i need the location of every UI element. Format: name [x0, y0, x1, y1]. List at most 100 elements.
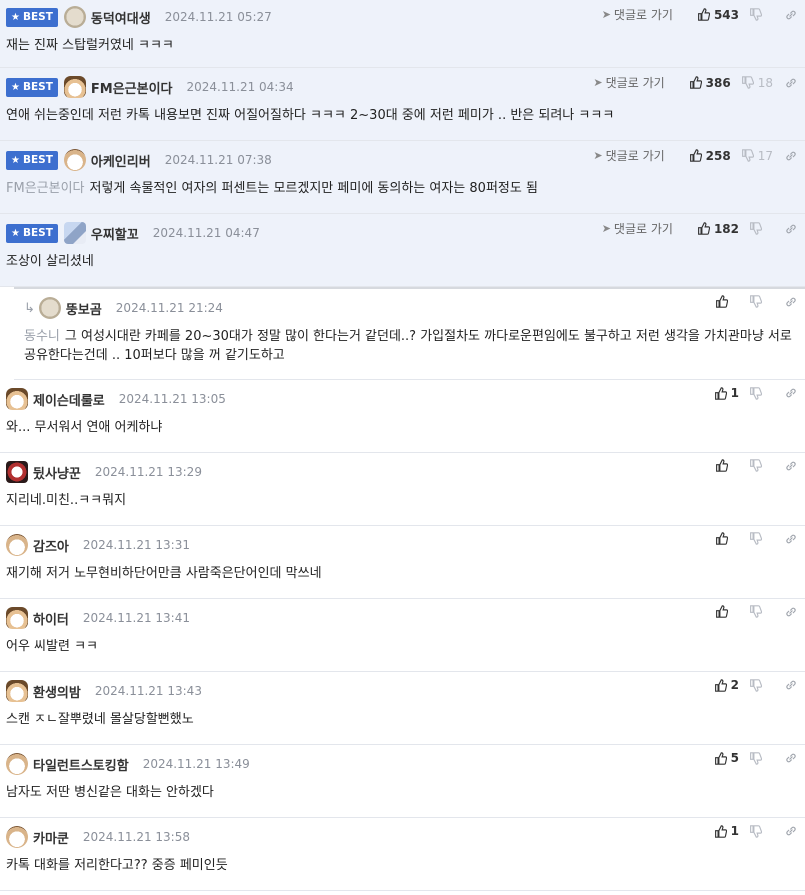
nickname[interactable]: 카마쿤: [33, 828, 69, 847]
go-to-reply-link[interactable]: ➤ 댓글로 가기: [602, 6, 673, 23]
link-icon[interactable]: [785, 460, 797, 472]
upvote-button[interactable]: [715, 459, 739, 472]
downvote-button[interactable]: [749, 532, 773, 545]
link-icon[interactable]: [785, 9, 797, 21]
nickname[interactable]: 환생의밤: [33, 682, 81, 701]
nickname[interactable]: 타일런트스토킹함: [33, 755, 129, 774]
downvote-button[interactable]: [749, 678, 773, 692]
comment-body: 재는 진짜 스탑럴커였네 ㅋㅋㅋ: [6, 36, 797, 55]
thumbs-down-icon: [750, 532, 762, 545]
avatar[interactable]: [6, 826, 28, 848]
comment-date: 2024.11.21 13:31: [82, 538, 190, 552]
avatar[interactable]: [6, 534, 28, 556]
upvote-button[interactable]: [715, 532, 739, 545]
comment-list: ★ BEST 동덕여대생 2024.11.21 05:27 ➤ 댓글로 가기 54…: [0, 0, 805, 891]
avatar[interactable]: [38, 297, 61, 319]
avatar[interactable]: [6, 388, 28, 410]
comment-item: ★ BEST FM은근본이다 2024.11.21 04:34 ➤ 댓글로 가기 …: [0, 68, 805, 141]
nickname[interactable]: 아케인리버: [91, 151, 151, 170]
link-icon[interactable]: [785, 223, 797, 235]
nickname[interactable]: 제이슨데룰로: [33, 390, 105, 409]
thumbs-up-icon: [716, 295, 728, 308]
link-icon[interactable]: [785, 825, 797, 837]
navigate-arrow-icon: ➤: [601, 8, 611, 21]
nickname[interactable]: 뚱보곰: [66, 299, 102, 318]
link-icon[interactable]: [785, 533, 797, 545]
comment-actions: ➤ 댓글로 가기 182: [602, 220, 797, 237]
downvote-button[interactable]: [749, 8, 773, 21]
nickname[interactable]: 뒸사냥꾼: [33, 463, 81, 482]
upvote-button[interactable]: 258: [689, 149, 731, 163]
avatar[interactable]: [63, 222, 86, 244]
downvote-button[interactable]: [749, 751, 773, 765]
upvote-button[interactable]: 182: [697, 222, 739, 236]
go-to-reply-link[interactable]: ➤ 댓글로 가기: [593, 147, 664, 164]
avatar[interactable]: [6, 753, 28, 775]
comment-actions: ➤ 댓글로 가기 543: [602, 6, 797, 23]
go-to-reply-link[interactable]: ➤ 댓글로 가기: [593, 74, 664, 91]
comment-body: 카톡 대화를 저리한다고?? 중증 페미인듯: [6, 856, 797, 875]
comment-body: 조상이 살리셨네: [6, 252, 797, 271]
upvote-button[interactable]: 2: [714, 678, 739, 692]
upvote-button[interactable]: [715, 295, 739, 308]
link-icon[interactable]: [785, 296, 797, 308]
avatar[interactable]: [6, 607, 28, 629]
downvote-button[interactable]: [749, 386, 773, 400]
downvote-button[interactable]: [749, 824, 773, 838]
avatar[interactable]: [6, 680, 28, 702]
comment-item: 뒸사냥꾼 2024.11.21 13:29 지리네.미친..ㅋㅋ뭐지: [0, 453, 805, 526]
thumbs-up-icon: [714, 678, 727, 692]
upvote-button[interactable]: 5: [714, 751, 739, 765]
thumbs-up-icon: [689, 76, 702, 89]
comment-date: 2024.11.21 04:47: [152, 226, 260, 240]
downvote-count: 18: [757, 75, 773, 90]
comment-text: 연애 쉬는중인데 저런 카톡 내용보면 진짜 어질어질하다 ㅋㅋㅋ 2~30대 …: [6, 108, 615, 123]
upvote-button[interactable]: 1: [714, 386, 739, 400]
nickname[interactable]: 동덕여대생: [91, 8, 151, 27]
go-to-reply-label: 댓글로 가기: [613, 222, 673, 236]
downvote-button[interactable]: [749, 459, 773, 472]
downvote-button[interactable]: 17: [741, 149, 773, 163]
comment-actions: 5: [704, 751, 797, 765]
comment-date: 2024.11.21 04:34: [186, 80, 294, 94]
thumbs-up-icon: [714, 386, 727, 400]
best-badge: ★ BEST: [6, 223, 58, 243]
upvote-button[interactable]: 386: [689, 76, 731, 90]
comment-body: 지리네.미친..ㅋㅋ뭐지: [6, 491, 797, 510]
link-icon[interactable]: [785, 606, 797, 618]
comment-date: 2024.11.21 13:49: [142, 757, 250, 771]
upvote-button[interactable]: 1: [714, 824, 739, 838]
comment-item: 카마쿤 2024.11.21 13:58 1 카톡 대화를 저리한다고?? 중증…: [0, 818, 805, 891]
downvote-button[interactable]: 18: [741, 76, 773, 90]
comment-item: ★ BEST 동덕여대생 2024.11.21 05:27 ➤ 댓글로 가기 54…: [0, 0, 805, 68]
comment-body: FM은근본이다 저렇게 속물적인 여자의 퍼센트는 모르겠지만 페미에 동의하는 …: [6, 179, 797, 198]
avatar[interactable]: [6, 461, 28, 483]
mention[interactable]: FM은근본이다: [6, 181, 85, 196]
comment-body: 남자도 저딴 병신같은 대화는 안하겠다: [6, 783, 797, 802]
comment-item: 환생의밤 2024.11.21 13:43 2 스캔 ㅈㄴ잘뿌렸네 몰살당할뻔했…: [0, 672, 805, 745]
comment-text: 재기해 저거 노무현비하단어만큼 사람죽은단어인데 막쓰네: [6, 566, 322, 581]
go-to-reply-link[interactable]: ➤ 댓글로 가기: [602, 220, 673, 237]
link-icon[interactable]: [785, 150, 797, 162]
downvote-button[interactable]: [749, 605, 773, 618]
link-icon[interactable]: [785, 387, 797, 399]
link-icon[interactable]: [785, 77, 797, 89]
downvote-button[interactable]: [749, 295, 773, 308]
nickname[interactable]: 우찌할꼬: [91, 224, 139, 243]
avatar[interactable]: [63, 76, 86, 98]
avatar[interactable]: [63, 6, 86, 28]
downvote-button[interactable]: [749, 222, 773, 235]
link-icon[interactable]: [785, 752, 797, 764]
star-icon: ★: [11, 154, 20, 166]
avatar[interactable]: [63, 149, 86, 171]
star-icon: ★: [11, 11, 20, 23]
upvote-button[interactable]: [715, 605, 739, 618]
mention[interactable]: 동수니: [24, 329, 60, 344]
nickname[interactable]: 하이터: [33, 609, 69, 628]
nickname[interactable]: FM은근본이다: [91, 78, 173, 97]
comment-date: 2024.11.21 13:58: [82, 830, 190, 844]
comment-actions: 1: [704, 386, 797, 400]
link-icon[interactable]: [785, 679, 797, 691]
nickname[interactable]: 감즈아: [33, 536, 69, 555]
upvote-button[interactable]: 543: [697, 8, 739, 22]
